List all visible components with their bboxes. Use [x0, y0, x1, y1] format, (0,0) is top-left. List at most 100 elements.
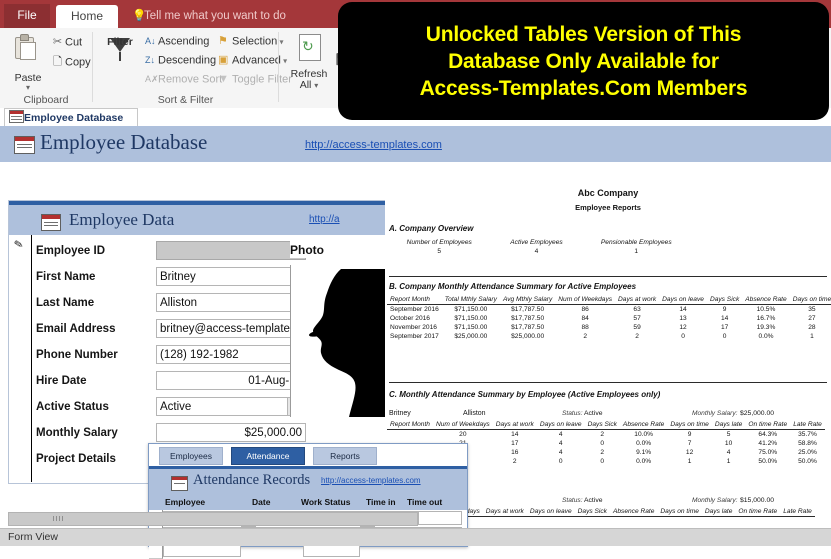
report-status-value: Active [584, 410, 603, 417]
attendance-form-icon [171, 476, 188, 491]
attendance-column-work-status[interactable]: Work Status [301, 497, 350, 507]
clipboard-icon [15, 34, 36, 60]
attendance-nav-attendance[interactable]: Attendance [231, 447, 305, 465]
scrollbar-grip[interactable] [53, 516, 63, 521]
table-row: 20 14 4 2 10.0% 9 5 64.3% 35.7% [387, 430, 825, 440]
refresh-all-button[interactable]: ↻ Refresh All ▾ [285, 32, 333, 94]
record-selector[interactable]: ✎ [10, 235, 32, 482]
cell: 10.0% [634, 431, 653, 438]
descending-label: Descending [158, 54, 217, 67]
attendance-column-time-out[interactable]: Time out [407, 497, 442, 507]
tab-home[interactable]: Home [56, 5, 118, 28]
remove-sort-label: Remove Sort [158, 73, 223, 86]
refresh-icon: ↻ [302, 38, 314, 54]
column-header: Days Sick [577, 508, 607, 515]
table-header-row: Num of Weekdays Days at work Days on lea… [423, 508, 815, 517]
copy-button[interactable]: 🗋 Copy [50, 54, 91, 71]
clipboard-group-label: Clipboard [23, 94, 69, 106]
selection-button[interactable]: ⚑ Selection ▾ [218, 33, 284, 50]
report-section-c-heading: C. Monthly Attendance Summary by Employe… [389, 390, 661, 399]
cell: 12 [679, 324, 687, 331]
cell: $25,000.00 [454, 333, 488, 340]
table-row: October 2016 $71,150.00 $17,787.50 84 57… [387, 314, 831, 323]
cut-button[interactable]: ✂ Cut [50, 34, 82, 51]
chevron-down-icon[interactable]: ▾ [6, 83, 50, 92]
cell: 57 [633, 315, 641, 322]
cell: 12 [685, 449, 694, 456]
attendance-nav-reports[interactable]: Reports [313, 447, 377, 465]
column-header: Absence Rate [622, 421, 665, 428]
cell-number-of-employees: 5 [437, 248, 442, 255]
column-header: Days Sick [587, 421, 617, 428]
column-header: Total Mthly Salary [444, 296, 497, 303]
report-status-label: Status: [562, 410, 583, 417]
cell: 25.0% [798, 449, 817, 456]
cell: $17,787.50 [511, 324, 545, 331]
column-header: Avg Mthly Salary [502, 296, 553, 303]
cell: 4 [558, 440, 563, 447]
cell: 0 [600, 458, 605, 465]
active-status-select[interactable]: Active▼ [156, 397, 306, 416]
phone-number-field[interactable]: (128) 192-1982 [156, 345, 306, 364]
tell-me-search[interactable]: 💡Tell me what you want to do [132, 6, 286, 26]
employee-form-icon [41, 214, 61, 231]
report-status-value: Active [584, 497, 603, 504]
advanced-button[interactable]: ▣ Advanced ▾ [218, 52, 287, 69]
cell: $71,150.00 [454, 315, 488, 322]
cell-time-out[interactable] [418, 511, 462, 525]
horizontal-scrollbar[interactable] [8, 512, 418, 526]
employee-id-field[interactable]: 1 [156, 241, 306, 260]
document-tab-label: Employee Database [24, 112, 124, 124]
attendance-column-employee[interactable]: Employee [165, 497, 205, 507]
attendance-nav-employees[interactable]: Employees [159, 447, 223, 465]
hire-date-field[interactable]: 01-Aug-15 [156, 371, 306, 390]
attendance-column-time-in[interactable]: Time in [366, 497, 396, 507]
cell: 2 [600, 431, 605, 438]
field-label-email-address: Email Address [36, 323, 116, 335]
filter-button[interactable]: Filter [99, 32, 141, 92]
cell: 4 [726, 449, 731, 456]
cell: 14 [679, 306, 687, 313]
column-header: Report Month [390, 296, 430, 303]
column-header: Days on leave [539, 421, 582, 428]
sort-ascending-button[interactable]: A↓ Ascending [145, 33, 209, 50]
attendance-column-date[interactable]: Date [252, 497, 270, 507]
email-address-field[interactable]: britney@access-templates.com [156, 319, 306, 338]
employee-form-website-link[interactable]: http://a [309, 214, 340, 225]
cell: 50.0% [758, 458, 778, 465]
report-section-b-table: Report Month Total Mthly Salary Avg Mthl… [387, 296, 831, 341]
cell: $17,787.50 [511, 315, 545, 322]
attendance-website-link[interactable]: http://access-templates.com [321, 476, 421, 485]
cell: 16 [511, 449, 519, 456]
tab-file[interactable]: File [4, 4, 50, 28]
cell: 88 [581, 324, 589, 331]
paste-button[interactable]: Paste ▾ [6, 32, 50, 92]
cell-pensionable-employees: 1 [634, 248, 639, 255]
website-link[interactable]: http://access-templates.com [305, 139, 442, 151]
ribbon-group-clipboard: Paste ▾ ✂ Cut 🗋 Copy Clipboard [0, 28, 92, 108]
advanced-icon: ▣ [218, 54, 229, 66]
refresh-all-label: All ▾ [299, 79, 319, 91]
first-name-field[interactable]: Britney [156, 267, 306, 286]
document-tab-employee-database[interactable]: Employee Database [4, 108, 139, 127]
copy-icon: 🗋 [53, 56, 62, 68]
photo-frame[interactable] [290, 265, 386, 417]
cell: 2 [600, 449, 605, 456]
sort-descending-button[interactable]: Z↓ Descending [145, 52, 216, 69]
cell: 17 [511, 440, 519, 447]
ribbon-group-sort-filter: Filter A↓ Ascending Z↓ Descending A✗Remove… [93, 28, 292, 108]
field-label-first-name: First Name [36, 271, 96, 283]
report-status-label: Status: [562, 497, 583, 504]
last-name-field[interactable]: Alliston [156, 293, 306, 312]
filter-label: Filter [107, 36, 133, 48]
column-header: Num of Weekdays [558, 296, 613, 303]
table-row: 5 4 1 [389, 247, 689, 256]
monthly-salary-field[interactable]: $25,000.00 [156, 423, 306, 442]
cell: September 2017 [390, 333, 439, 340]
cell: 7 [687, 440, 692, 447]
cell: 1 [687, 458, 692, 465]
attendance-nav-bar: Employees Attendance Reports [149, 444, 467, 466]
report-company-name: Abc Company [577, 188, 639, 198]
chevron-down-icon[interactable]: ▾ [314, 81, 318, 90]
attendance-title: Attendance Records [193, 472, 311, 488]
